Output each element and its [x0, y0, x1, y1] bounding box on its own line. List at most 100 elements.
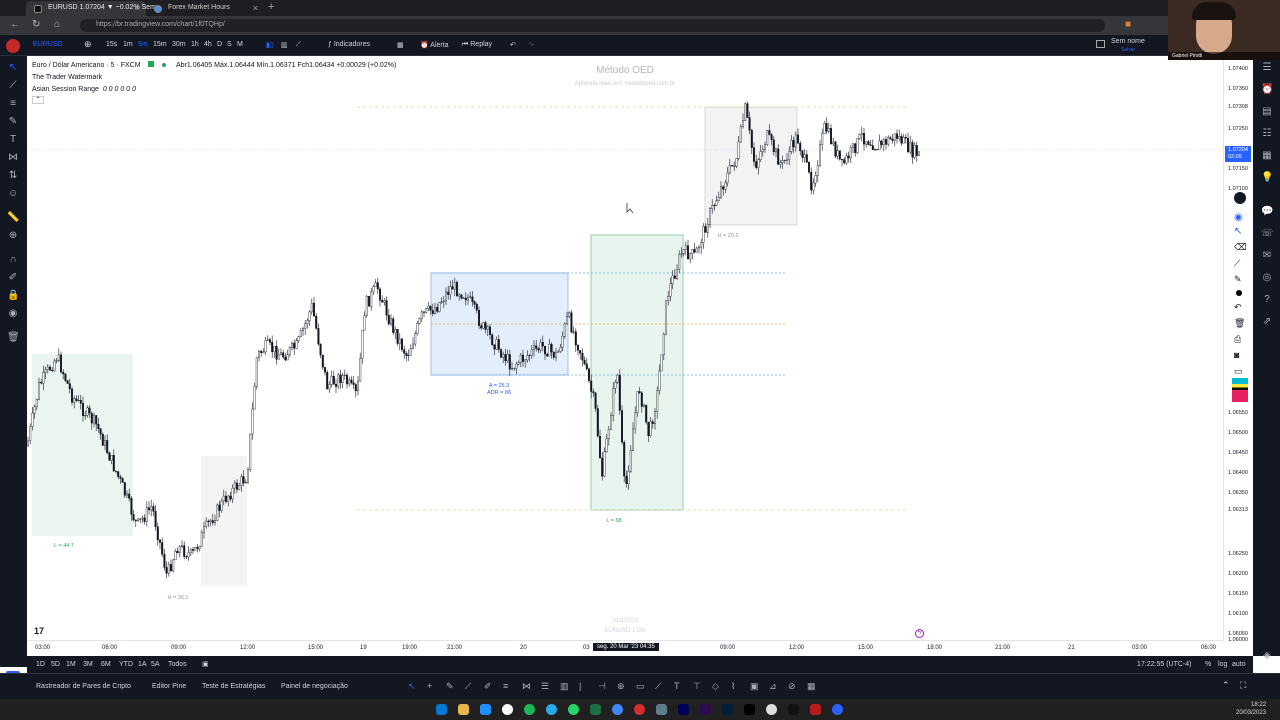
- after-effects-icon[interactable]: [678, 704, 689, 715]
- bottom-tool-icon[interactable]: ✎: [446, 681, 454, 692]
- chrome-alt-icon[interactable]: [766, 704, 777, 715]
- back-icon[interactable]: ←: [10, 19, 20, 30]
- bottom-tool-icon[interactable]: ✐: [484, 681, 492, 692]
- bottom-tool-icon[interactable]: ▭: [636, 681, 645, 692]
- bottom-tab[interactable]: Teste de Estratégias: [202, 683, 265, 690]
- line-chart-icon[interactable]: ⟋: [296, 41, 301, 49]
- bottom-tool-icon[interactable]: ⟋: [465, 681, 471, 692]
- app2-icon[interactable]: [810, 704, 821, 715]
- brush-icon[interactable]: ✎: [7, 116, 19, 128]
- premiere-icon[interactable]: [700, 704, 711, 715]
- ruler-icon[interactable]: 📏: [7, 212, 19, 224]
- pattern-icon[interactable]: ⋈: [7, 152, 19, 164]
- range-todos[interactable]: Todos: [168, 661, 187, 668]
- record-icon[interactable]: [634, 704, 645, 715]
- interval-15m[interactable]: 15m: [153, 41, 167, 48]
- maximize-panel-icon[interactable]: ⛶: [1240, 680, 1246, 691]
- trash-icon[interactable]: 🗑: [1234, 318, 1245, 329]
- watchlist-icon[interactable]: ☰: [1261, 62, 1273, 74]
- replay-button[interactable]: ⏮ Replay: [462, 41, 492, 49]
- line-icon[interactable]: ⟋: [1234, 258, 1240, 269]
- telegram-icon[interactable]: [546, 704, 557, 715]
- bottom-tool-icon[interactable]: ⟋: [655, 681, 661, 692]
- emoji-icon[interactable]: ☺: [7, 188, 19, 200]
- notifications-icon[interactable]: ✉: [1261, 250, 1273, 262]
- bottom-tool-icon[interactable]: ▥: [560, 681, 569, 692]
- range-ytd[interactable]: YTD: [119, 661, 133, 668]
- hotlist-icon[interactable]: ☷: [1261, 128, 1273, 140]
- stay-drawing-icon[interactable]: ✐: [7, 272, 19, 284]
- chart-pane[interactable]: A = 25.3 ADR = 86 L = 68 H = 29.2 L = 44…: [27, 56, 1223, 640]
- bottom-tool-icon[interactable]: ⊤: [693, 681, 701, 692]
- clipboard-icon[interactable]: ▭: [1234, 366, 1243, 377]
- interval-d[interactable]: D: [217, 41, 222, 48]
- interval-30m[interactable]: 30m: [172, 41, 186, 48]
- collapse-panel-icon[interactable]: ⌃: [1222, 680, 1230, 691]
- bottom-tool-icon[interactable]: ⊿: [769, 681, 777, 692]
- layers-icon[interactable]: ◈: [1261, 650, 1273, 662]
- range-1d[interactable]: 1D: [36, 661, 45, 668]
- interval-1h[interactable]: 1h: [191, 41, 199, 48]
- time-axis[interactable]: seg. 20 Mar '23 04:35 03:00 06:00 09:00 12:…: [27, 640, 1223, 656]
- grip-icon[interactable]: [1234, 192, 1246, 204]
- save-label[interactable]: Salvar: [1121, 47, 1135, 53]
- log-toggle[interactable]: log: [1218, 661, 1227, 668]
- avatar[interactable]: [6, 39, 20, 53]
- extension-icon[interactable]: ■: [1125, 19, 1131, 30]
- cursor-icon[interactable]: ↖: [7, 62, 19, 74]
- bottom-tool-icon[interactable]: ⌇: [731, 681, 735, 692]
- bottom-tool-icon[interactable]: ⊣: [598, 681, 606, 692]
- layouts-icon[interactable]: ▦: [397, 41, 404, 49]
- redo-icon[interactable]: ↷: [528, 41, 534, 49]
- symbol-search-button[interactable]: EURUSD: [33, 41, 63, 48]
- camera-icon[interactable]: ◙: [1234, 350, 1239, 360]
- range-5a[interactable]: 5A: [151, 661, 160, 668]
- system-clock[interactable]: 18:22 20/03/2023: [1236, 701, 1266, 717]
- zoom-icon[interactable]: ⊕: [7, 230, 19, 242]
- range-6m[interactable]: 6M: [101, 661, 111, 668]
- maps-icon[interactable]: [502, 704, 513, 715]
- eye-icon[interactable]: ◉: [7, 308, 19, 320]
- stamp-icon[interactable]: ⎙: [1234, 334, 1241, 345]
- cursor-icon[interactable]: ↖: [1234, 226, 1242, 237]
- bottom-tool-icon[interactable]: ▣: [750, 681, 759, 692]
- bottom-tab[interactable]: Rastreador de Pares de Cripto: [36, 683, 131, 690]
- bottom-tool-icon[interactable]: |: [579, 681, 581, 691]
- reload-icon[interactable]: ↻: [32, 19, 40, 30]
- goto-date-icon[interactable]: ▣: [202, 660, 209, 668]
- eraser-icon[interactable]: ⌫: [1234, 242, 1247, 253]
- bottom-tool-icon[interactable]: +: [427, 681, 432, 691]
- app3-icon[interactable]: [832, 704, 843, 715]
- store-icon[interactable]: [480, 704, 491, 715]
- undo-icon[interactable]: ↶: [510, 41, 516, 49]
- magnet-icon[interactable]: ∩: [7, 254, 19, 266]
- event-icon[interactable]: ϟ: [915, 629, 924, 638]
- file-explorer-icon[interactable]: [458, 704, 469, 715]
- interval-5m[interactable]: 5m: [138, 41, 148, 48]
- forecast-icon[interactable]: ⇅: [7, 170, 19, 182]
- eye-icon[interactable]: ◉: [1234, 212, 1243, 223]
- app-icon[interactable]: [656, 704, 667, 715]
- trash-icon[interactable]: 🗑: [7, 332, 20, 344]
- fib-icon[interactable]: ≡: [7, 98, 19, 110]
- text-icon[interactable]: T: [7, 134, 19, 146]
- bottom-tool-icon[interactable]: ≡: [503, 681, 508, 691]
- bottom-tool-icon[interactable]: ▦: [807, 681, 816, 692]
- bottom-tab[interactable]: Editor Pine: [152, 683, 186, 690]
- interval-1m[interactable]: 1m: [123, 41, 133, 48]
- browser-tab[interactable]: Forex Market Hours ×: [146, 1, 264, 16]
- calendar-icon[interactable]: ▦: [1261, 150, 1273, 162]
- interval-s[interactable]: S: [227, 41, 232, 48]
- photoshop-icon[interactable]: [722, 704, 733, 715]
- range-5d[interactable]: 5D: [51, 661, 60, 668]
- range-1a[interactable]: 1A: [138, 661, 147, 668]
- broadcast-icon[interactable]: ◎: [1261, 272, 1273, 284]
- streams-icon[interactable]: ☏: [1261, 228, 1274, 240]
- spotify-icon[interactable]: [524, 704, 535, 715]
- bar-chart-icon[interactable]: ▥: [281, 41, 288, 49]
- utc-clock[interactable]: 17:22:55 (UTC-4): [1137, 661, 1191, 668]
- tiktok-icon[interactable]: [744, 704, 755, 715]
- indicators-button[interactable]: ƒ Indicadores: [328, 41, 370, 48]
- chrome-icon[interactable]: [612, 704, 623, 715]
- windows-start-icon[interactable]: [436, 704, 447, 715]
